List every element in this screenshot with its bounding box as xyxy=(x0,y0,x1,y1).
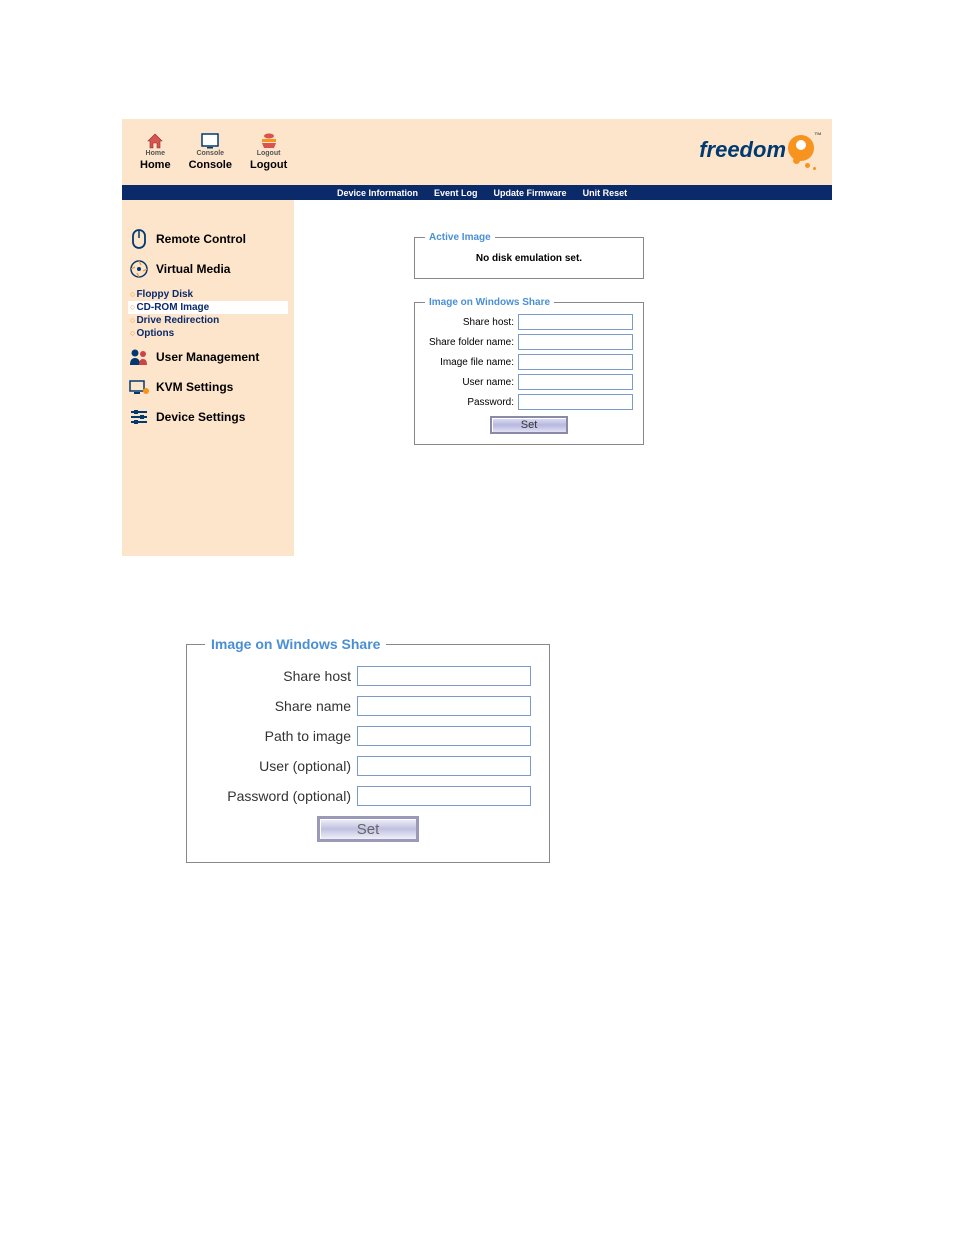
nav-update-firmware[interactable]: Update Firmware xyxy=(494,188,567,198)
big-share-name-label: Share name xyxy=(205,698,357,714)
big-password-input[interactable] xyxy=(357,786,531,806)
kvm-settings-icon xyxy=(128,376,150,398)
sidebar-item-label: User Management xyxy=(156,350,259,364)
header-home-button[interactable]: Home Home xyxy=(140,125,171,185)
sidebar-item-label: KVM Settings xyxy=(156,380,233,394)
win-share-small-legend: Image on Windows Share xyxy=(425,297,554,308)
big-path-label: Path to image xyxy=(205,728,357,744)
share-folder-label: Share folder name: xyxy=(429,337,514,348)
password-label: Password: xyxy=(467,397,514,408)
logout-icon xyxy=(259,133,279,149)
big-user-label: User (optional) xyxy=(205,758,357,774)
home-icon xyxy=(146,133,164,149)
virtual-media-icon xyxy=(128,258,150,280)
share-host-input[interactable] xyxy=(518,314,633,330)
win-share-small-box: Image on Windows Share Share host: Share… xyxy=(414,297,644,445)
sidebar-item-label: Virtual Media xyxy=(156,262,230,276)
brand-logo: freedom™ xyxy=(699,131,822,163)
sidebar-item-label: Remote Control xyxy=(156,232,246,246)
header-logout-button[interactable]: Logout Logout xyxy=(250,125,287,185)
main-content: Active Image No disk emulation set. Imag… xyxy=(294,200,832,556)
sidebar-sub-options[interactable]: ○Options xyxy=(128,327,288,340)
nav-unit-reset[interactable]: Unit Reset xyxy=(583,188,628,198)
share-host-label: Share host: xyxy=(463,317,514,328)
set-button-small[interactable]: Set xyxy=(490,416,568,434)
sidebar-sub-floppy-disk[interactable]: ○Floppy Disk xyxy=(128,288,288,301)
win-share-big-box: Image on Windows Share Share host Share … xyxy=(186,636,550,863)
sidebar-device-settings[interactable]: Device Settings xyxy=(128,406,288,428)
nav-event-log[interactable]: Event Log xyxy=(434,188,478,198)
win-share-big-legend: Image on Windows Share xyxy=(205,636,386,652)
device-settings-icon xyxy=(128,406,150,428)
user-management-icon xyxy=(128,346,150,368)
user-name-label: User name: xyxy=(462,377,514,388)
image-file-label: Image file name: xyxy=(440,357,514,368)
top-nav-bar: Device Information Event Log Update Firm… xyxy=(122,185,832,200)
big-share-host-input[interactable] xyxy=(357,666,531,686)
sidebar-kvm-settings[interactable]: KVM Settings xyxy=(128,376,288,398)
console-icon xyxy=(200,133,220,149)
big-path-input[interactable] xyxy=(357,726,531,746)
sidebar: Remote Control Virtual Media ○Floppy Dis… xyxy=(122,200,294,556)
header-bar: Home Home Console Console Logout Logout xyxy=(122,119,832,185)
active-image-box: Active Image No disk emulation set. xyxy=(414,232,644,279)
sidebar-sub-cdrom-image[interactable]: ○CD-ROM Image xyxy=(128,301,288,314)
active-image-message: No disk emulation set. xyxy=(425,249,633,268)
big-password-label: Password (optional) xyxy=(205,788,357,804)
sidebar-virtual-media[interactable]: Virtual Media xyxy=(128,258,288,280)
sidebar-item-label: Device Settings xyxy=(156,410,245,424)
header-console-button[interactable]: Console Console xyxy=(189,125,232,185)
set-button-big[interactable]: Set xyxy=(317,816,419,842)
share-folder-input[interactable] xyxy=(518,334,633,350)
sidebar-user-management[interactable]: User Management xyxy=(128,346,288,368)
user-name-input[interactable] xyxy=(518,374,633,390)
big-user-input[interactable] xyxy=(357,756,531,776)
sidebar-sub-drive-redirection[interactable]: ○Drive Redirection xyxy=(128,314,288,327)
big-share-host-label: Share host xyxy=(205,668,357,684)
sidebar-remote-control[interactable]: Remote Control xyxy=(128,228,288,250)
password-input[interactable] xyxy=(518,394,633,410)
remote-control-icon xyxy=(128,228,150,250)
image-file-input[interactable] xyxy=(518,354,633,370)
active-image-legend: Active Image xyxy=(425,232,495,243)
big-share-name-input[interactable] xyxy=(357,696,531,716)
nav-device-information[interactable]: Device Information xyxy=(337,188,418,198)
